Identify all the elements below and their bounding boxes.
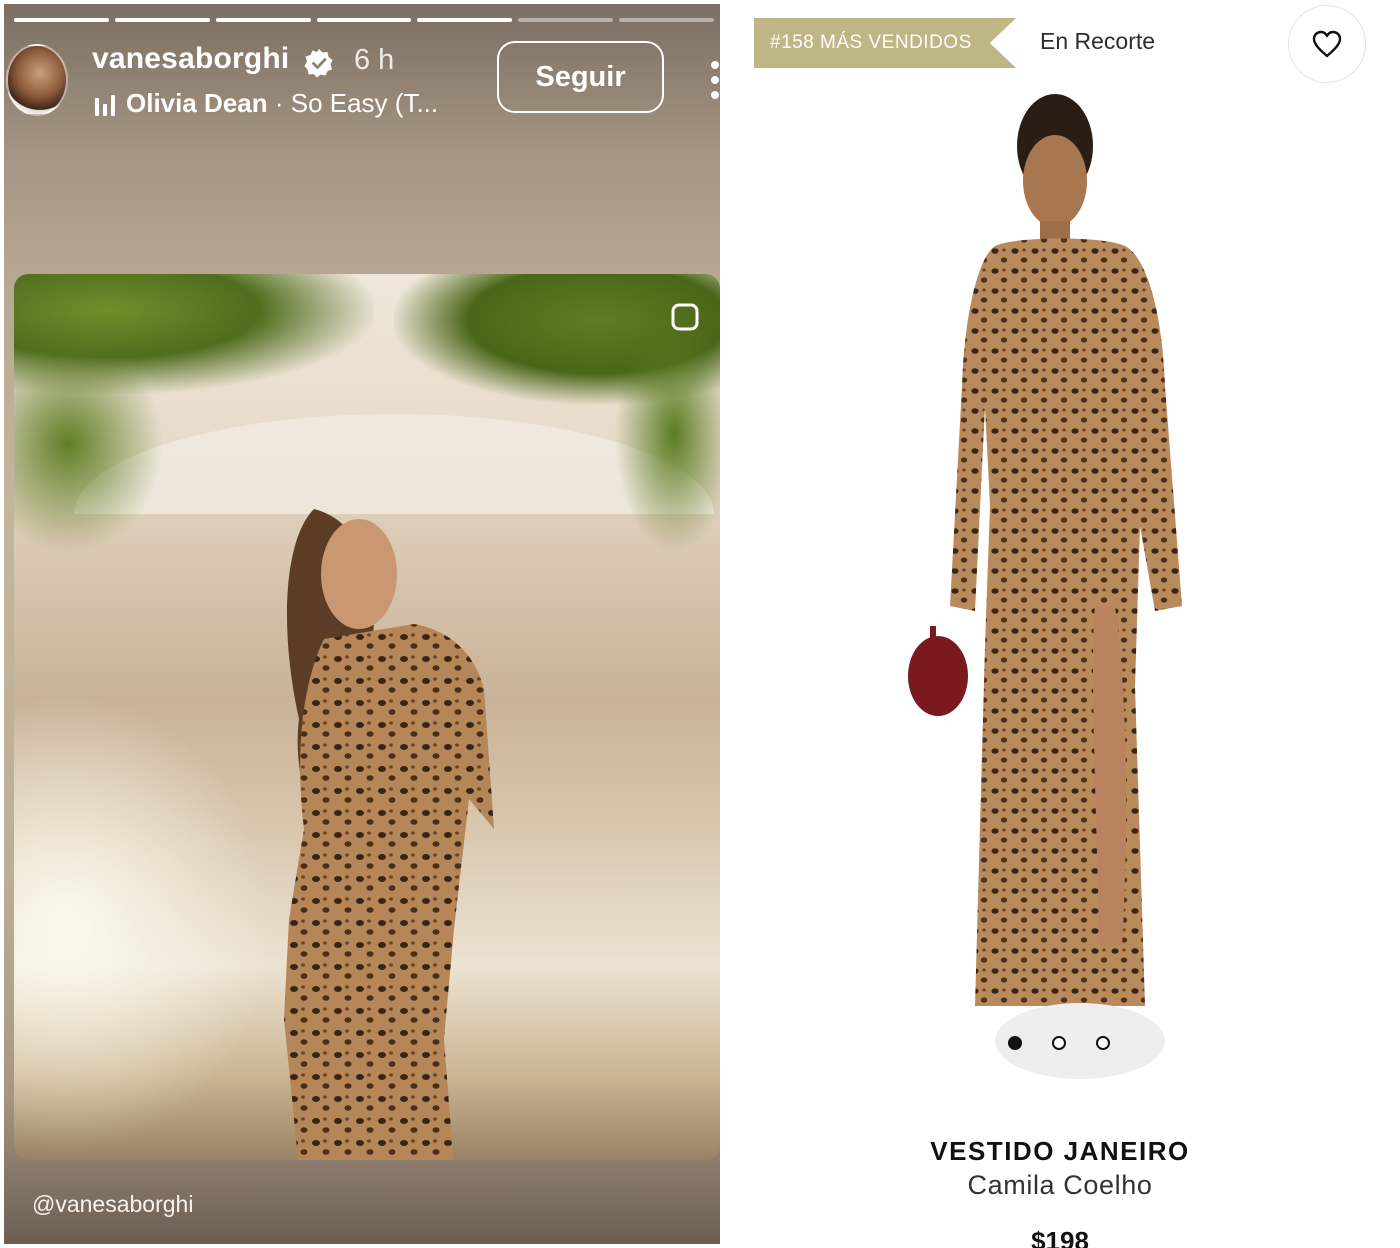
progress-segment	[417, 18, 513, 22]
progress-segment	[316, 18, 412, 22]
heart-icon	[1312, 30, 1342, 58]
progress-segment	[619, 18, 715, 22]
foliage	[614, 314, 720, 554]
avatar[interactable]	[6, 44, 68, 116]
more-options-icon[interactable]	[710, 60, 720, 100]
follow-button[interactable]: Seguir	[497, 41, 664, 113]
progress-segment-current	[518, 18, 614, 22]
music-separator: ·	[267, 88, 291, 118]
story-mention[interactable]: @vanesaborghi	[32, 1191, 193, 1218]
progress-segment	[14, 18, 109, 22]
story-panel[interactable]: vanesaborghi 6 h Olivia Dean · So Easy (…	[4, 4, 720, 1244]
story-username[interactable]: vanesaborghi	[92, 42, 289, 76]
product-price: $198	[1031, 1226, 1089, 1248]
music-track: So Easy (T...	[290, 88, 439, 118]
story-music[interactable]: Olivia Dean · So Easy (T...	[126, 88, 446, 119]
model-figure	[284, 509, 494, 1160]
verified-badge-icon	[304, 49, 333, 78]
product-panel: #158 MÁS VENDIDOS En Recorte VESTIDO JAN…	[740, 0, 1400, 1248]
music-artist: Olivia Dean	[126, 88, 268, 118]
foliage	[14, 334, 164, 554]
story-photo	[14, 274, 720, 1160]
carousel-dot[interactable]	[1052, 1036, 1066, 1050]
sunlight	[14, 694, 274, 1154]
sticker-icon[interactable]	[670, 302, 700, 332]
progress-segment	[215, 18, 311, 22]
bestseller-badge: #158 MÁS VENDIDOS	[754, 18, 1016, 68]
carousel-dot[interactable]	[1096, 1036, 1110, 1050]
product-brand[interactable]: Camila Coelho	[740, 1170, 1380, 1201]
image-carousel-dots	[1008, 1036, 1110, 1050]
badge-subtitle: En Recorte	[1040, 28, 1156, 54]
music-bars-icon	[95, 95, 115, 116]
product-name[interactable]: VESTIDO JANEIRO	[740, 1136, 1380, 1167]
favorite-button[interactable]	[1288, 5, 1366, 83]
story-progress	[14, 18, 715, 22]
product-image[interactable]	[890, 86, 1220, 1096]
carousel-dot-active[interactable]	[1008, 1036, 1022, 1050]
progress-segment	[114, 18, 210, 22]
story-time: 6 h	[354, 44, 395, 76]
